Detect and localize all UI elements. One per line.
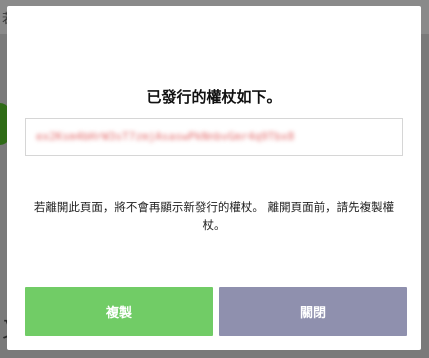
copy-button-label: 複製 xyxy=(105,306,132,321)
token-issued-dialog: 已發行的權杖如下。 ex2Ksm4bHrW3sT7zmjAsaswPkNnbvG… xyxy=(7,6,421,350)
token-value[interactable]: ex2Ksm4bHrW3sT7zmjAsaswPkNnbvGmr4q9Tbx8 xyxy=(36,130,392,144)
dialog-title: 已發行的權杖如下。 xyxy=(146,88,282,106)
close-button[interactable]: 關閉 xyxy=(219,287,407,336)
dialog-message: 若離開此頁面，將不會再顯示新發行的權杖。 離開頁面前，請先複製權杖。 xyxy=(33,200,395,232)
copy-button[interactable]: 複製 xyxy=(25,287,213,336)
close-button-label: 關閉 xyxy=(299,306,326,321)
token-field[interactable]: ex2Ksm4bHrW3sT7zmjAsaswPkNnbvGmr4q9Tbx8 xyxy=(25,118,403,156)
